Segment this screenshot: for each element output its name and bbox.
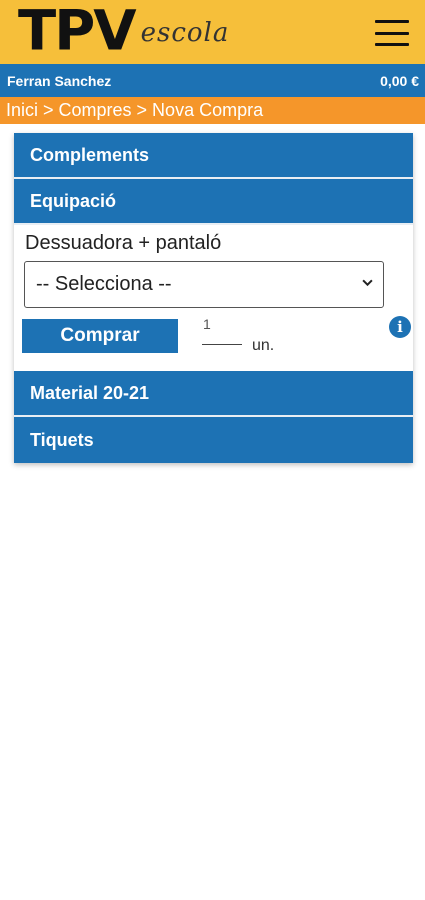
section-material[interactable]: Material 20-21 <box>14 371 413 417</box>
user-name: Ferran Sanchez <box>7 72 112 89</box>
product-option-select[interactable]: -- Selecciona -- <box>24 261 384 308</box>
breadcrumb-text[interactable]: Inici > Compres > Nova Compra <box>6 100 263 121</box>
top-header: TPV escola <box>0 0 425 64</box>
purchase-accordion: Complements Equipació Dessuadora + panta… <box>14 133 413 463</box>
buy-button[interactable]: Comprar <box>22 319 178 353</box>
section-tiquets[interactable]: Tiquets <box>14 417 413 463</box>
hamburger-line <box>375 43 409 46</box>
logo-script-text: escola <box>140 18 230 48</box>
section-complements[interactable]: Complements <box>14 133 413 179</box>
info-icon[interactable]: i <box>389 316 411 338</box>
chevron-down-icon <box>362 279 373 287</box>
equipacio-content: Dessuadora + pantaló -- Selecciona -- Co… <box>14 225 413 371</box>
quantity-input[interactable]: 1 <box>202 315 242 345</box>
user-bar: Ferran Sanchez 0,00 € <box>0 64 425 97</box>
select-value: -- Selecciona -- <box>36 273 172 295</box>
unit-label: un. <box>252 337 275 354</box>
breadcrumb: Inici > Compres > Nova Compra <box>0 97 425 124</box>
hamburger-line <box>375 20 409 23</box>
hamburger-menu-icon[interactable] <box>375 20 409 46</box>
user-balance: 0,00 € <box>380 72 419 89</box>
logo[interactable]: TPV escola <box>18 4 229 60</box>
product-name: Dessuadora + pantaló <box>25 232 222 254</box>
section-equipacio[interactable]: Equipació <box>14 179 413 225</box>
hamburger-line <box>375 31 409 35</box>
logo-main-text: TPV <box>18 0 137 64</box>
